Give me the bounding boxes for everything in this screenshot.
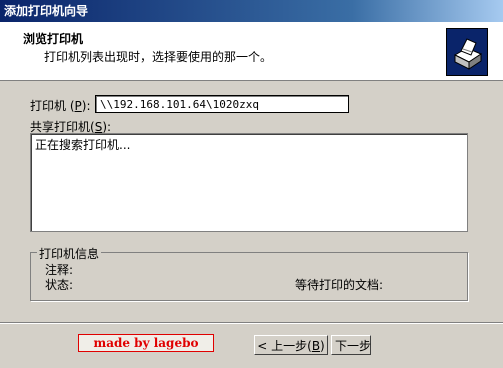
printer-info-group: 打印机信息 注释: 状态: 等待打印的文档: [30, 245, 468, 301]
back-button-accel: B [311, 339, 321, 353]
next-button[interactable]: 下一步 [331, 335, 371, 355]
back-button-label: < 上一步 [257, 339, 308, 353]
printer-label-accel: P [74, 99, 82, 113]
wizard-header: 浏览打印机 打印机列表出现时，选择要使用的那一个。 [0, 22, 503, 81]
status-label: 状态: [45, 278, 74, 292]
watermark-stamp: made by lagebo [78, 334, 214, 352]
back-button[interactable]: < 上一步(B) [254, 335, 328, 355]
printer-icon [446, 28, 488, 76]
shared-printers-label-text: 共享打印机 [30, 120, 91, 134]
header-title: 浏览打印机 [23, 32, 84, 46]
printer-label: 打印机 (P): [30, 99, 91, 113]
shared-printers-list[interactable]: 正在搜索打印机... [30, 133, 468, 232]
printer-info-legend: 打印机信息 [37, 245, 102, 262]
printer-label-text: 打印机 [30, 99, 67, 113]
pending-docs-label: 等待打印的文档: [295, 278, 384, 292]
shared-printers-label-accel: S [94, 120, 103, 134]
header-subtitle: 打印机列表出现时，选择要使用的那一个。 [44, 50, 273, 64]
printer-path-input[interactable]: \\192.168.101.64\1020zxq [95, 95, 349, 113]
footer-divider [0, 322, 503, 324]
title-bar[interactable]: 添加打印机向导 [0, 0, 503, 22]
list-item[interactable]: 正在搜索打印机... [35, 136, 130, 153]
window-title: 添加打印机向导 [4, 4, 89, 18]
